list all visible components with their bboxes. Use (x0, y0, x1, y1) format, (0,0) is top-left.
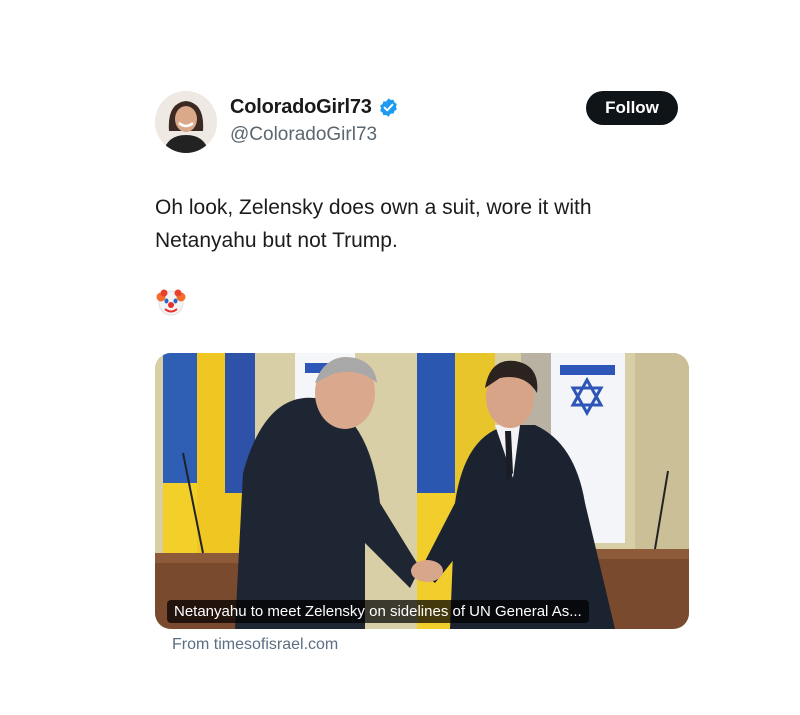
avatar[interactable] (155, 91, 217, 153)
link-preview-card[interactable]: Netanyahu to meet Zelensky on sidelines … (155, 353, 689, 629)
author-name-row[interactable]: ColoradoGirl73 (230, 96, 399, 119)
follow-button[interactable]: Follow (586, 91, 678, 125)
news-photo (155, 353, 689, 629)
clown-face-icon (156, 289, 186, 316)
card-headline: Netanyahu to meet Zelensky on sidelines … (167, 600, 589, 623)
card-source-link[interactable]: From timesofisrael.com (172, 636, 338, 654)
display-name[interactable]: ColoradoGirl73 (230, 96, 372, 119)
author-handle[interactable]: @ColoradoGirl73 (230, 124, 377, 146)
verified-badge-icon (379, 98, 397, 117)
tweet-text: Oh look, Zelensky does own a suit, wore … (155, 196, 592, 252)
